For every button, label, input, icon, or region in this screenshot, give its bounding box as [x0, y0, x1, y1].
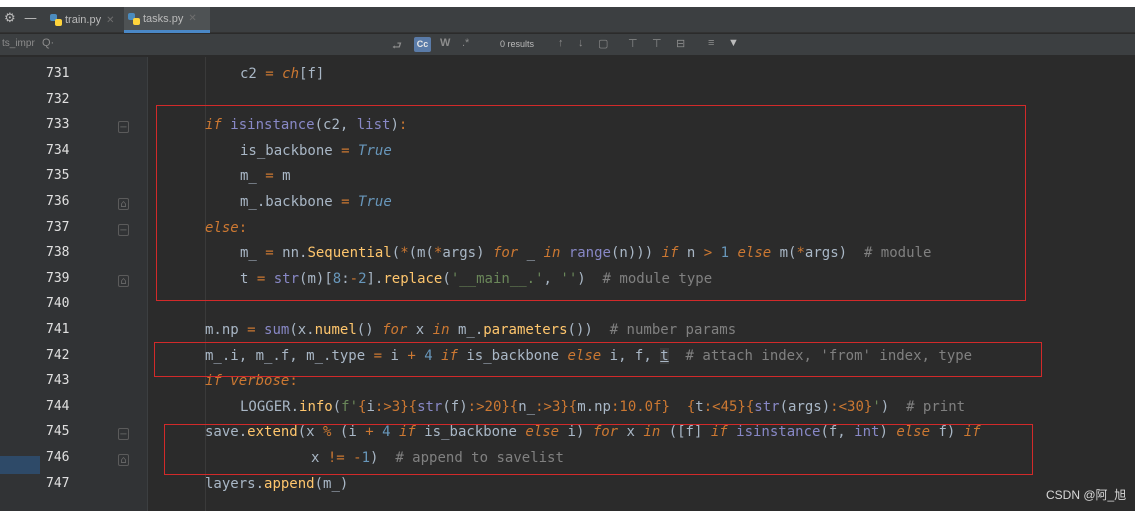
new-line-icon[interactable]: ⮐: [392, 37, 402, 56]
tab-label: train.py: [65, 14, 102, 26]
find-bar: ts_impr Q· ⮐ Cc W .* 0 results ↑ ↓ ▢ ⊤ ⊤…: [0, 34, 1135, 56]
line-number: 744: [46, 399, 70, 414]
settings-gear-icon[interactable]: ⚙: [4, 11, 16, 26]
regex-button[interactable]: .*: [462, 37, 469, 49]
tab-bar: ⚙ — train.py ✕ tasks.py ✕: [0, 7, 1135, 33]
line-number: 746: [46, 450, 70, 465]
match-case-button[interactable]: Cc: [414, 37, 431, 52]
annotation-box: [154, 342, 1042, 377]
project-label: ts_impr: [2, 38, 35, 49]
python-file-icon: [128, 12, 140, 25]
fold-end-icon[interactable]: ⌂: [118, 275, 129, 287]
next-occurrence-icon[interactable]: ↓: [578, 37, 584, 49]
line-number: 745: [46, 424, 70, 439]
line-number: 737: [46, 220, 70, 235]
add-selection-icon[interactable]: ⊤: [628, 37, 638, 50]
select-all-icon[interactable]: ▢: [598, 37, 608, 50]
minimize-icon[interactable]: —: [24, 11, 37, 26]
sidebar-highlight: [0, 456, 40, 474]
multiline-icon[interactable]: ≡: [708, 37, 714, 49]
top-margin: [0, 0, 1143, 7]
select-all-occurrences-icon[interactable]: ⊟: [676, 37, 685, 50]
fold-open-icon[interactable]: −: [118, 224, 129, 236]
line-number: 732: [46, 92, 70, 107]
filter-icon[interactable]: ▼: [728, 37, 739, 49]
tab-train-py[interactable]: train.py ✕: [46, 7, 120, 33]
code-line-747: layers.append(m_): [205, 476, 349, 492]
fold-open-icon[interactable]: −: [118, 428, 129, 440]
line-number: 738: [46, 245, 70, 260]
tab-label: tasks.py: [143, 12, 184, 25]
line-number: 736: [46, 194, 70, 209]
words-button[interactable]: W: [440, 37, 450, 49]
search-icon[interactable]: Q·: [42, 37, 54, 49]
fold-end-icon[interactable]: ⌂: [118, 198, 129, 210]
close-icon[interactable]: ✕: [188, 13, 196, 24]
previous-occurrence-icon[interactable]: ↑: [558, 37, 564, 49]
line-number: 739: [46, 271, 70, 286]
code-comment: # number params: [609, 322, 737, 338]
line-number: 734: [46, 143, 70, 158]
line-number: 740: [46, 296, 70, 311]
tab-tasks-py[interactable]: tasks.py ✕: [124, 7, 210, 33]
line-number: 735: [46, 168, 70, 183]
code-line-741: m.np = sum(x.numel() for x in m_.paramet…: [205, 322, 737, 338]
line-number: 733: [46, 117, 70, 132]
python-file-icon: [50, 14, 62, 26]
watermark: CSDN @阿_旭: [1046, 488, 1127, 502]
annotation-box: [156, 105, 1026, 301]
fold-open-icon[interactable]: −: [118, 121, 129, 133]
code-comment: # print: [906, 399, 966, 415]
code-line-731: c2 = ch[f]: [240, 66, 325, 82]
fold-end-icon[interactable]: ⌂: [118, 454, 129, 466]
search-results-count: 0 results: [500, 39, 535, 49]
remove-selection-icon[interactable]: ⊤: [652, 37, 662, 50]
line-number: 743: [46, 373, 70, 388]
right-margin: [1135, 0, 1143, 511]
left-sidebar: [0, 57, 40, 511]
line-number: 747: [46, 476, 70, 491]
line-number: 742: [46, 348, 70, 363]
code-line-744: LOGGER.info(f'{i:>3}{str(f):>20}{n_:>3}{…: [240, 399, 966, 415]
line-number: 731: [46, 66, 70, 81]
annotation-box: [164, 424, 1033, 475]
line-number: 741: [46, 322, 70, 337]
close-icon[interactable]: ✕: [106, 15, 114, 26]
